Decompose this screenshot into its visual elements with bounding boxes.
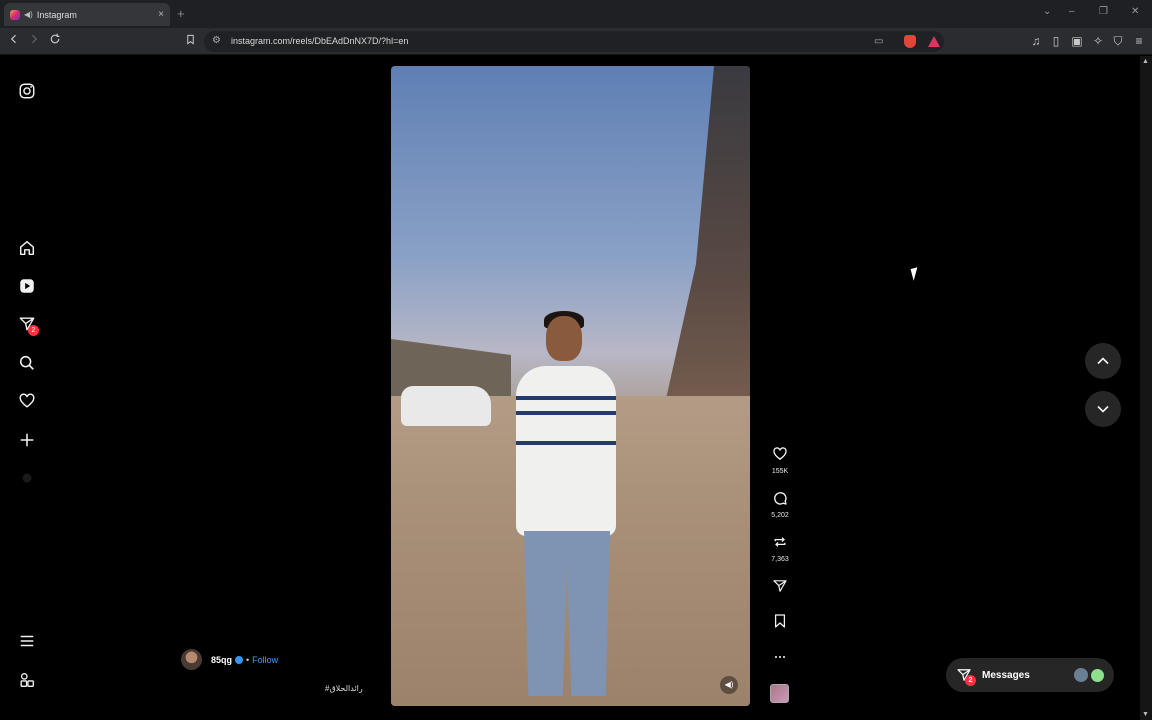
- online-status-avatar: [1091, 668, 1104, 682]
- cast-icon[interactable]: ▭: [874, 36, 883, 47]
- wallet-icon[interactable]: ▣: [1069, 33, 1085, 49]
- more-dots-icon: [774, 655, 786, 659]
- video-person-head: [546, 316, 582, 361]
- tab-title: Instagram: [36, 9, 77, 20]
- close-window-button[interactable]: ✕: [1131, 6, 1139, 17]
- repost-count: 7,363: [771, 556, 789, 563]
- back-icon[interactable]: [6, 33, 22, 49]
- vpn-icon[interactable]: ⛉: [1110, 33, 1126, 49]
- instagram-logo-icon[interactable]: [17, 81, 37, 101]
- heart-icon: [773, 447, 787, 461]
- media-icon[interactable]: ♫: [1028, 33, 1044, 49]
- share-icon: [773, 580, 787, 592]
- browser-menu-icon[interactable]: ≡: [1131, 33, 1147, 49]
- more-menu-icon[interactable]: [17, 631, 37, 651]
- new-tab-button[interactable]: +: [177, 6, 185, 21]
- comment-button[interactable]: 5,202: [766, 490, 794, 519]
- address-bar[interactable]: ⚙ instagram.com/reels/DbEAdDnNX7D/?hl=en…: [204, 31, 944, 52]
- audio-playing-icon[interactable]: ◀): [24, 10, 33, 19]
- instagram-favicon-icon: [10, 9, 20, 20]
- chevron-up-icon: [1097, 357, 1109, 365]
- messages-icon[interactable]: 2: [17, 314, 39, 336]
- next-reel-button[interactable]: [1085, 391, 1121, 427]
- tab-search-icon[interactable]: ⌄: [1043, 6, 1051, 17]
- reel-video[interactable]: ◀): [391, 66, 750, 706]
- scroll-up-arrow-icon[interactable]: ▲: [1142, 58, 1149, 65]
- bookmark-icon: [774, 614, 786, 628]
- create-icon[interactable]: [17, 430, 37, 450]
- author-username[interactable]: 85qg: [211, 655, 232, 665]
- home-icon[interactable]: [17, 238, 37, 258]
- chevron-down-icon: [1097, 405, 1109, 413]
- author-avatar[interactable]: [181, 649, 202, 670]
- messages-pill-icon: 2: [956, 667, 976, 686]
- save-button[interactable]: [766, 613, 794, 634]
- messages-pill-badge: 2: [965, 675, 976, 686]
- leo-ai-icon[interactable]: ✧: [1090, 33, 1106, 49]
- brave-rewards-icon[interactable]: [928, 36, 940, 47]
- follow-button[interactable]: Follow: [252, 655, 278, 665]
- reel-author: 85qg • Follow: [181, 649, 278, 670]
- browser-tab-bar: ◀) Instagram × + ⌄ – ❐ ✕: [0, 0, 1152, 28]
- audio-thumbnail[interactable]: [770, 684, 789, 703]
- message-contact-avatar: [1074, 668, 1088, 682]
- more-options-button[interactable]: [766, 649, 794, 670]
- share-button[interactable]: [766, 578, 794, 599]
- forward-icon[interactable]: [26, 33, 42, 49]
- instagram-page: 2 ◀) 85qg • Follow #رائدالحلاق 155K 5,20…: [0, 56, 1140, 716]
- profile-icon[interactable]: [17, 468, 37, 488]
- audio-mute-button[interactable]: ◀): [720, 676, 738, 694]
- tab-close-icon[interactable]: ×: [158, 9, 164, 20]
- video-person-shirt: [516, 366, 616, 536]
- browser-tab[interactable]: ◀) Instagram ×: [4, 3, 170, 26]
- bookmark-page-icon[interactable]: [182, 33, 198, 49]
- search-icon[interactable]: [17, 353, 37, 373]
- page-scrollbar[interactable]: ▲ ▼: [1140, 56, 1152, 720]
- maximize-button[interactable]: ❐: [1099, 6, 1108, 17]
- minimize-button[interactable]: –: [1069, 6, 1075, 17]
- notifications-icon[interactable]: [17, 391, 37, 411]
- video-building-right: [660, 66, 750, 426]
- separator-dot: •: [246, 654, 250, 665]
- reels-icon[interactable]: [17, 276, 37, 296]
- comment-icon: [774, 492, 787, 505]
- previous-reel-button[interactable]: [1085, 343, 1121, 379]
- brave-shields-icon[interactable]: [904, 35, 916, 48]
- reload-icon[interactable]: [47, 33, 63, 49]
- site-settings-icon[interactable]: ⚙: [212, 35, 221, 46]
- like-count: 155K: [771, 468, 789, 475]
- mouse-cursor: [910, 267, 921, 281]
- reel-caption[interactable]: #رائدالحلاق: [325, 684, 363, 693]
- scroll-down-arrow-icon[interactable]: ▼: [1142, 711, 1149, 718]
- video-car: [401, 386, 491, 426]
- messages-button[interactable]: 2 Messages: [946, 658, 1114, 692]
- shirt-stripe: [516, 396, 616, 400]
- messages-badge: 2: [28, 325, 39, 336]
- url-text: instagram.com/reels/DbEAdDnNX7D/?hl=en: [231, 36, 409, 46]
- messages-label: Messages: [982, 669, 1030, 681]
- also-from-meta-icon[interactable]: [17, 670, 37, 690]
- sidebar-toggle-icon[interactable]: ▯: [1048, 33, 1064, 49]
- repost-button[interactable]: 7,363: [766, 534, 794, 563]
- shirt-stripe: [516, 411, 616, 415]
- verified-badge-icon: [235, 655, 244, 664]
- browser-toolbar: ⚙ instagram.com/reels/DbEAdDnNX7D/?hl=en…: [0, 28, 1152, 55]
- shirt-stripe: [516, 441, 616, 445]
- repost-icon: [774, 537, 786, 547]
- comment-count: 5,202: [771, 512, 789, 519]
- like-button[interactable]: 155K: [766, 446, 794, 475]
